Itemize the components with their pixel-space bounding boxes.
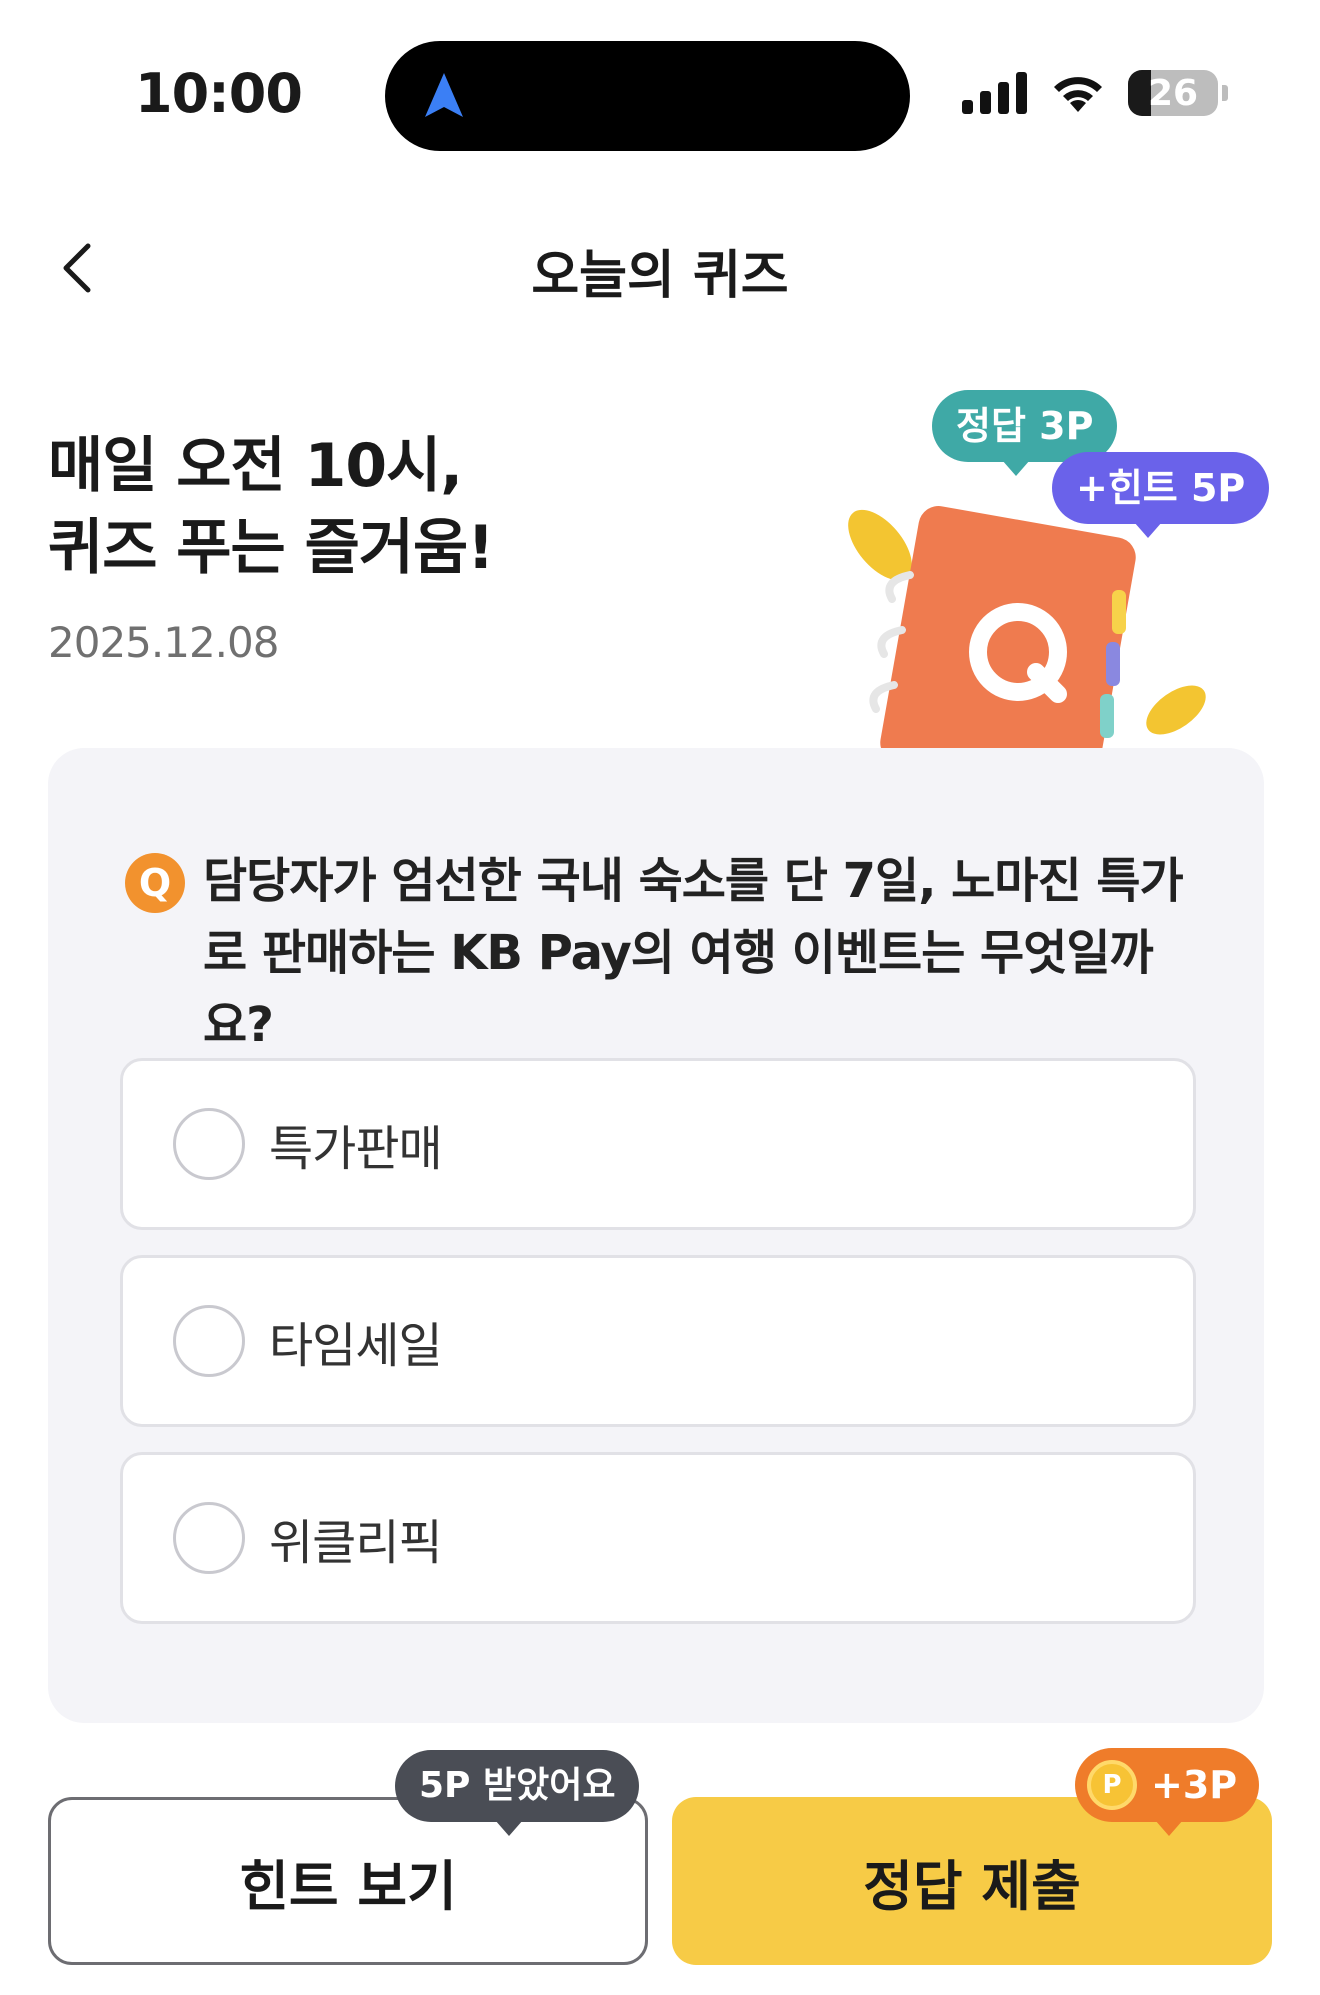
hint-points-badge: +힌트 5P (1052, 452, 1270, 538)
answer-option-label: 위클리픽 (269, 1515, 443, 1571)
navigation-arrow-icon (425, 73, 463, 117)
status-icons: 26 (962, 70, 1228, 116)
radio-button[interactable] (173, 1502, 245, 1574)
radio-button[interactable] (173, 1108, 245, 1180)
hero-title-line2: 퀴즈 푸는 즐거움! (48, 513, 495, 583)
dynamic-island (385, 41, 910, 151)
page-title: 오늘의 퀴즈 (531, 246, 789, 306)
question-icon: Q (125, 853, 185, 913)
wifi-icon (1054, 77, 1102, 112)
answer-option-1[interactable]: 특가판매 (120, 1058, 1196, 1230)
battery-level: 26 (1147, 72, 1199, 114)
answer-option-label: 타임세일 (269, 1318, 443, 1374)
quiz-date: 2025.12.08 (48, 618, 279, 667)
submit-reward-text: +3P (1151, 1763, 1238, 1807)
question-text: 담당자가 엄선한 국내 숙소를 단 7일, 노마진 특가로 판매하는 KB Pa… (203, 853, 1184, 1053)
answer-option-3[interactable]: 위클리픽 (120, 1452, 1196, 1624)
answer-option-2[interactable]: 타임세일 (120, 1255, 1196, 1427)
hero-title-line1: 매일 오전 10시, (48, 431, 463, 501)
battery-icon: 26 (1128, 70, 1218, 116)
hint-reward-tooltip: 5P 받았어요 (395, 1750, 640, 1836)
hero-title: 매일 오전 10시, 퀴즈 푸는 즐거움! (48, 425, 748, 589)
status-time: 10:00 (135, 62, 303, 125)
question: Q 담당자가 엄선한 국내 숙소를 단 7일, 노마진 특가로 판매하는 KB … (125, 845, 1205, 1061)
signal-icon (962, 72, 1027, 114)
battery-tip (1222, 85, 1228, 101)
hint-button[interactable]: 힌트 보기 (48, 1797, 648, 1965)
quiz-screen: 10:00 26 오늘의 퀴즈 매일 오전 10시, 퀴즈 푸는 즐거움! 20… (0, 0, 1320, 1995)
submit-reward-tooltip: P +3P (1075, 1748, 1260, 1836)
point-coin-icon: P (1087, 1760, 1137, 1810)
radio-button[interactable] (173, 1305, 245, 1377)
answer-option-label: 특가판매 (269, 1121, 443, 1177)
